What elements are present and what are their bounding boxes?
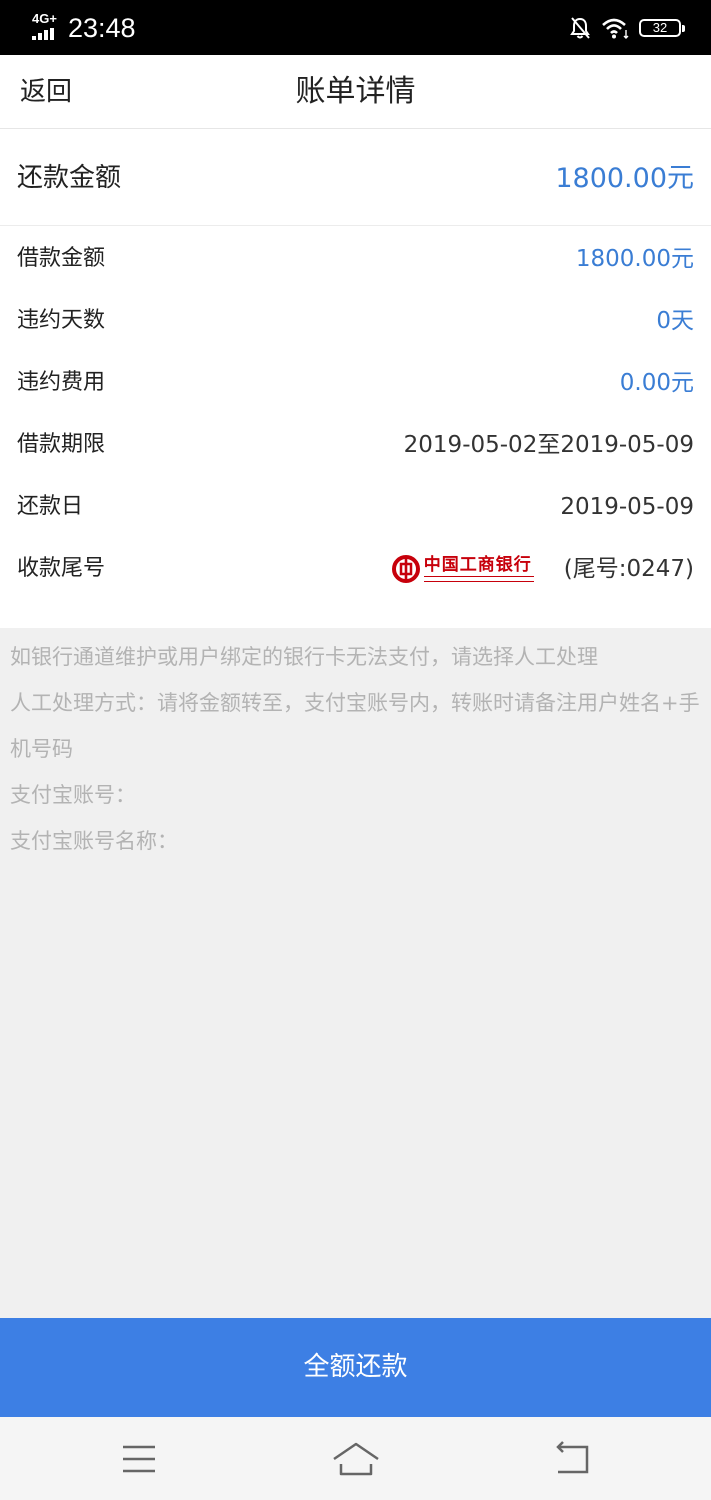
detail-value: 1800.00元 — [575, 246, 694, 272]
status-bar: 4G+ 23:48 32 — [0, 0, 711, 55]
detail-label: 收款尾号 — [17, 556, 106, 581]
manual-payment-notice: 如银行通道维护或用户绑定的银行卡无法支付，请选择人工处理 人工处理方式：请将金额… — [0, 628, 711, 1318]
notice-line: 人工处理方式：请将金额转至，支付宝账号内，转账时请备注用户姓名+手机号码 — [10, 691, 700, 761]
system-nav-bar — [0, 1417, 711, 1500]
notice-line: 如银行通道维护或用户绑定的银行卡无法支付，请选择人工处理 — [10, 645, 598, 669]
bank-name-underline — [423, 576, 534, 582]
notice-line: 支付宝账号名称： — [10, 829, 178, 853]
icbc-emblem-icon — [391, 555, 420, 583]
repay-amount-label: 还款金额 — [17, 163, 122, 193]
clock: 23:48 — [68, 13, 136, 43]
signal-icon: 4G+ — [30, 12, 58, 42]
bill-details: 借款金额 1800.00元 违约天数 0天 违约费用 0.00元 借款期限 20… — [0, 228, 711, 628]
detail-label: 还款日 — [17, 494, 84, 519]
detail-value: 0.00元 — [619, 370, 694, 396]
notice-line: 支付宝账号： — [10, 783, 136, 807]
detail-label: 借款金额 — [17, 246, 106, 271]
detail-label: 违约费用 — [17, 370, 106, 395]
detail-row-repay-date: 还款日 2019-05-09 — [0, 476, 711, 538]
home-icon[interactable] — [331, 1437, 381, 1481]
full-repay-button[interactable]: 全额还款 — [0, 1318, 711, 1417]
back-icon[interactable] — [548, 1437, 598, 1481]
detail-row-penalty-fee: 违约费用 0.00元 — [0, 352, 711, 414]
status-icons: 32 — [569, 14, 685, 42]
repay-amount-value: 1800.00元 — [555, 163, 694, 194]
bank-name: 中国工商银行 — [423, 555, 532, 575]
bank-logo: 中国工商银行 — [391, 555, 534, 583]
signal-bars-icon — [32, 28, 54, 40]
nav-bar: 返回 账单详情 — [0, 55, 711, 129]
menu-icon[interactable] — [114, 1437, 164, 1481]
wifi-icon — [602, 18, 629, 39]
repay-amount-row: 还款金额 1800.00元 — [0, 131, 711, 226]
detail-row-loan-amount: 借款金额 1800.00元 — [0, 228, 711, 290]
detail-value: 0天 — [656, 308, 694, 334]
bank-text: 中国工商银行 — [423, 555, 534, 582]
detail-row-overdue-days: 违约天数 0天 — [0, 290, 711, 352]
detail-row-loan-term: 借款期限 2019-05-02至2019-05-09 — [0, 414, 711, 476]
page-title: 账单详情 — [295, 74, 416, 109]
detail-label: 借款期限 — [17, 432, 106, 457]
detail-row-card-tail: 收款尾号 中国工商银行 (尾号:0247) — [0, 538, 711, 600]
card-tail-number: (尾号:0247) — [563, 556, 694, 582]
mute-icon — [570, 17, 590, 39]
detail-value: 2019-05-02至2019-05-09 — [403, 432, 694, 458]
battery-level: 32 — [652, 20, 668, 35]
bank-info: 中国工商银行 (尾号:0247) — [391, 538, 694, 600]
battery-icon: 32 — [639, 19, 685, 37]
detail-value: 2019-05-09 — [560, 494, 694, 520]
network-type: 4G+ — [32, 11, 57, 26]
detail-label: 违约天数 — [17, 308, 106, 333]
